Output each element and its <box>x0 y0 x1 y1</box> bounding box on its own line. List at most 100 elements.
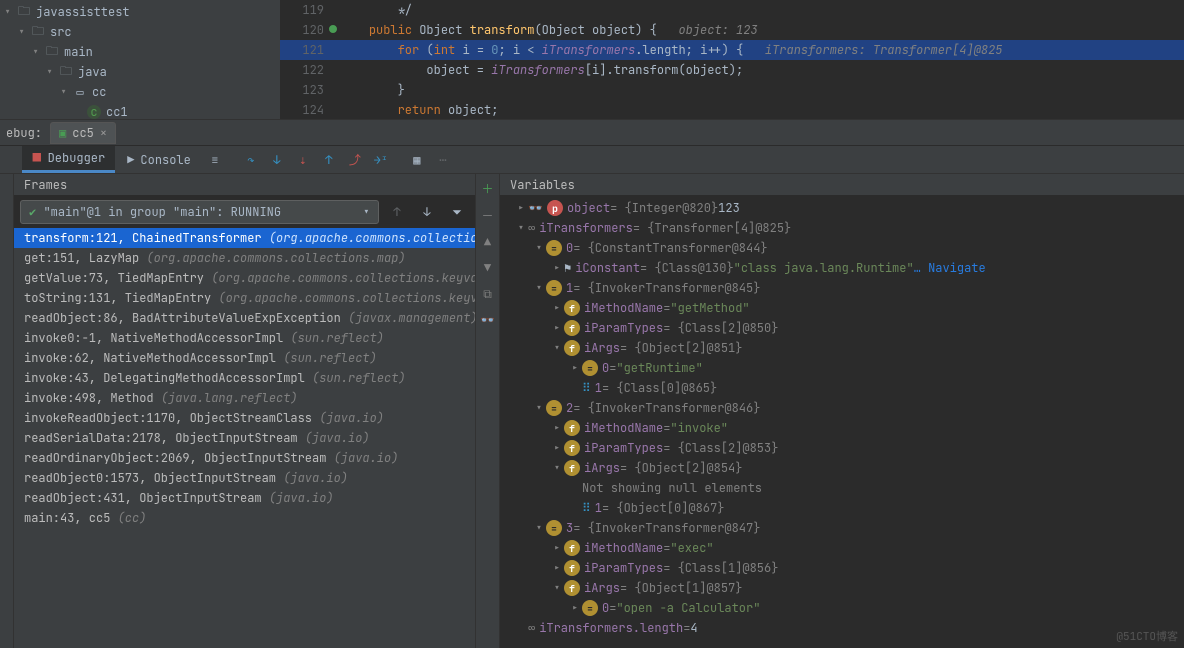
code-line[interactable]: 124 return object; <box>280 100 1184 120</box>
variable-row[interactable]: ⠿1 = {Object[0]@867} <box>500 498 1184 518</box>
expand-icon[interactable]: ▾ <box>532 400 546 416</box>
variable-row[interactable]: ⠿1 = {Class[0]@865} <box>500 378 1184 398</box>
expand-icon[interactable]: ▾ <box>532 520 546 536</box>
code-editor[interactable]: 119 */120 public Object transform(Object… <box>280 0 1184 119</box>
down-icon[interactable]: ▼ <box>484 260 491 276</box>
flag-icon: ⚑ <box>564 260 571 276</box>
step-out-icon[interactable]: ↑ <box>317 149 341 171</box>
stack-frame[interactable]: main:43, cc5 (cc) <box>14 508 475 528</box>
code-line[interactable]: 122 object = iTransformers[i].transform(… <box>280 60 1184 80</box>
frame-list[interactable]: transform:121, ChainedTransformer (org.a… <box>14 228 475 648</box>
variable-row[interactable]: ▸fiParamTypes = {Class[2]@850} <box>500 318 1184 338</box>
expand-icon[interactable]: ▾ <box>550 460 564 476</box>
force-step-into-icon[interactable]: ⇣ <box>291 149 315 171</box>
variable-row[interactable]: ▸fiMethodName = "exec" <box>500 538 1184 558</box>
code-line[interactable]: 123 } <box>280 80 1184 100</box>
variable-row[interactable]: ▸⚑iConstant = {Class@130} "class java.la… <box>500 258 1184 278</box>
variable-row[interactable]: Not showing null elements <box>500 478 1184 498</box>
variable-row[interactable]: ▾=1 = {InvokerTransformer@845} <box>500 278 1184 298</box>
tab-console[interactable]: ▶Console <box>117 148 201 172</box>
stack-frame[interactable]: toString:131, TiedMapEntry (org.apache.c… <box>14 288 475 308</box>
evaluate-icon[interactable]: ▦ <box>405 149 429 171</box>
tab-debugger[interactable]: ⯀Debugger <box>22 146 115 173</box>
thread-selector[interactable]: ✔ "main"@1 in group "main": RUNNING ▾ <box>20 200 379 224</box>
stack-frame[interactable]: readSerialData:2178, ObjectInputStream (… <box>14 428 475 448</box>
variable-row[interactable]: ▾=3 = {InvokerTransformer@847} <box>500 518 1184 538</box>
variable-row[interactable]: ▸👓pobject = {Integer@820} 123 <box>500 198 1184 218</box>
stack-frame[interactable]: readObject:86, BadAttributeValueExpExcep… <box>14 308 475 328</box>
variable-row[interactable]: ▸fiMethodName = "invoke" <box>500 418 1184 438</box>
step-over-icon[interactable]: ↷ <box>239 149 263 171</box>
code-line[interactable]: 120 public Object transform(Object objec… <box>280 20 1184 40</box>
expand-icon[interactable]: ▸ <box>550 320 564 336</box>
close-icon[interactable]: × <box>100 125 107 141</box>
variable-row[interactable]: ∞iTransformers.length = 4 <box>500 618 1184 638</box>
project-tree[interactable]: ▾🗀javassisttest▾🗀src▾🗀main▾🗀java▾▭ccccc1 <box>0 0 280 119</box>
stack-frame[interactable]: invoke:498, Method (java.lang.reflect) <box>14 388 475 408</box>
debug-run-tab[interactable]: ▣ cc5 × <box>50 122 116 144</box>
glasses-icon[interactable]: 👓 <box>480 312 495 328</box>
variable-row[interactable]: ▸fiMethodName = "getMethod" <box>500 298 1184 318</box>
variable-row[interactable]: ▸fiParamTypes = {Class[2]@853} <box>500 438 1184 458</box>
expand-icon[interactable]: ▾ <box>550 580 564 596</box>
expand-icon[interactable]: ▸ <box>550 540 564 556</box>
expand-icon[interactable]: ▾ <box>550 340 564 356</box>
expand-icon[interactable]: ▸ <box>550 260 564 276</box>
tree-node[interactable]: ▾▭cc <box>0 82 280 102</box>
expand-icon[interactable]: ▾ <box>532 280 546 296</box>
navigate-link[interactable]: … Navigate <box>914 260 986 276</box>
copy-icon[interactable]: ⧉ <box>483 286 492 302</box>
remove-watch-icon[interactable]: － <box>481 207 493 224</box>
prev-frame-icon[interactable]: ↑ <box>385 201 409 223</box>
code-line[interactable]: 119 */ <box>280 0 1184 20</box>
expand-icon[interactable]: ▾ <box>514 220 528 236</box>
variable-row[interactable]: ▾fiArgs = {Object[2]@854} <box>500 458 1184 478</box>
expand-icon[interactable]: ▸ <box>550 300 564 316</box>
var-kind-icon: f <box>564 320 580 336</box>
tree-node[interactable]: ccc1 <box>0 102 280 119</box>
expand-icon[interactable]: ▸ <box>568 360 582 376</box>
stack-frame[interactable]: invokeReadObject:1170, ObjectStreamClass… <box>14 408 475 428</box>
expand-icon[interactable]: ▾ <box>532 240 546 256</box>
code-line[interactable]: 121 for (int i = 0; i < iTransformers.le… <box>280 40 1184 60</box>
expand-icon[interactable]: ▸ <box>550 560 564 576</box>
variable-row[interactable]: ▸fiParamTypes = {Class[1]@856} <box>500 558 1184 578</box>
watch-icon: 👓 <box>528 200 543 216</box>
variable-row[interactable]: ▾=0 = {ConstantTransformer@844} <box>500 238 1184 258</box>
expand-icon[interactable]: ▸ <box>550 440 564 456</box>
stack-frame[interactable]: readOrdinaryObject:2069, ObjectInputStre… <box>14 448 475 468</box>
variable-row[interactable]: ▾fiArgs = {Object[1]@857} <box>500 578 1184 598</box>
next-frame-icon[interactable]: ↓ <box>415 201 439 223</box>
var-kind-icon: = <box>546 400 562 416</box>
tree-node[interactable]: ▾🗀src <box>0 22 280 42</box>
expand-icon[interactable]: ▸ <box>568 600 582 616</box>
stack-frame[interactable]: get:151, LazyMap (org.apache.commons.col… <box>14 248 475 268</box>
filter-icon[interactable]: ⏷ <box>445 201 469 223</box>
variable-row[interactable]: ▾fiArgs = {Object[2]@851} <box>500 338 1184 358</box>
up-icon[interactable]: ▲ <box>484 234 491 250</box>
variable-row[interactable]: ▸=0 = "open -a Calculator" <box>500 598 1184 618</box>
variables-tree[interactable]: ▸👓pobject = {Integer@820} 123▾∞iTransfor… <box>500 196 1184 648</box>
threads-icon[interactable]: ≡ <box>203 149 227 171</box>
stack-frame[interactable]: getValue:73, TiedMapEntry (org.apache.co… <box>14 268 475 288</box>
stack-frame[interactable]: invoke:43, DelegatingMethodAccessorImpl … <box>14 368 475 388</box>
stack-frame[interactable]: readObject0:1573, ObjectInputStream (jav… <box>14 468 475 488</box>
add-watch-icon[interactable]: ＋ <box>481 180 493 197</box>
variable-row[interactable]: ▸=0 = "getRuntime" <box>500 358 1184 378</box>
tree-node[interactable]: ▾🗀java <box>0 62 280 82</box>
variables-header: Variables <box>500 174 1184 196</box>
run-to-cursor-icon[interactable]: →ᶦ <box>369 149 393 171</box>
stack-frame[interactable]: invoke0:-1, NativeMethodAccessorImpl (su… <box>14 328 475 348</box>
stack-frame[interactable]: readObject:431, ObjectInputStream (java.… <box>14 488 475 508</box>
stack-frame[interactable]: transform:121, ChainedTransformer (org.a… <box>14 228 475 248</box>
expand-icon[interactable]: ▸ <box>550 420 564 436</box>
variable-row[interactable]: ▾∞iTransformers = {Transformer[4]@825} <box>500 218 1184 238</box>
expand-icon[interactable]: ▸ <box>514 200 528 216</box>
trace-icon[interactable]: ⋯ <box>431 149 455 171</box>
drop-frame-icon[interactable]: ⤴ <box>343 149 367 171</box>
stack-frame[interactable]: invoke:62, NativeMethodAccessorImpl (sun… <box>14 348 475 368</box>
variable-row[interactable]: ▾=2 = {InvokerTransformer@846} <box>500 398 1184 418</box>
tree-node[interactable]: ▾🗀main <box>0 42 280 62</box>
tree-node[interactable]: ▾🗀javassisttest <box>0 2 280 22</box>
step-into-icon[interactable]: ↓ <box>265 149 289 171</box>
